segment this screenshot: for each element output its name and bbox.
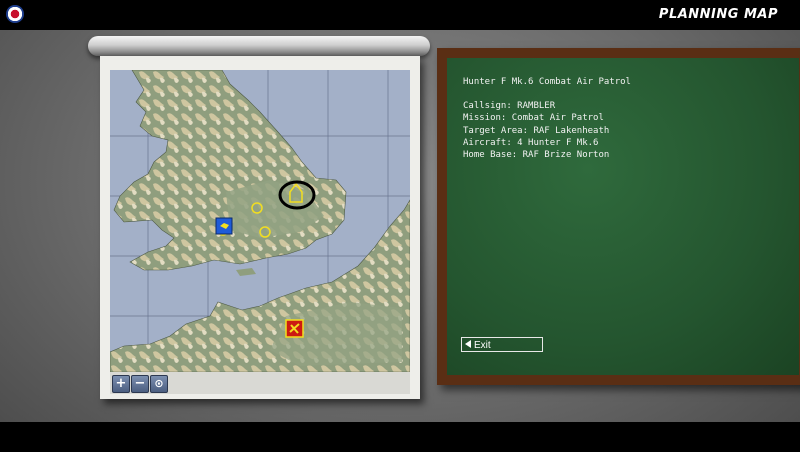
briefing-heading: Hunter F Mk.6 Combat Air Patrol — [463, 77, 631, 87]
planning-map[interactable] — [110, 70, 410, 372]
top-bar: PLANNING MAP — [0, 0, 800, 30]
center-map-button[interactable]: ⊙ — [150, 375, 168, 393]
briefing-mission: Mission: Combat Air Patrol — [463, 113, 604, 124]
screen-title: PLANNING MAP — [658, 7, 778, 22]
back-arrow-icon — [465, 340, 471, 348]
zoom-out-button[interactable]: − — [131, 375, 149, 393]
briefing-aircraft: Aircraft: 4 Hunter F Mk.6 — [463, 137, 599, 148]
exit-button[interactable]: Exit — [461, 337, 543, 352]
briefing-home-base: Home Base: RAF Brize Norton — [463, 150, 610, 161]
planning-map-board: + − ⊙ — [100, 56, 420, 399]
friendly-airbase-icon — [215, 217, 233, 235]
map-zoom-bar: + − ⊙ — [110, 372, 410, 394]
exit-label: Exit — [474, 340, 491, 351]
raf-roundel-icon — [6, 5, 24, 23]
game-screen: PLANNING MAP + − ⊙ Hunter F Mk.6 Combat … — [0, 0, 800, 452]
briefing-target: Target Area: RAF Lakenheath — [463, 125, 610, 136]
zoom-in-button[interactable]: + — [112, 375, 130, 393]
briefing-chalkboard: Hunter F Mk.6 Combat Air Patrol Callsign… — [437, 48, 800, 385]
mission-briefing: Hunter F Mk.6 Combat Air Patrol Callsign… — [463, 76, 631, 161]
enemy-base-icon — [285, 319, 304, 338]
map-roller — [88, 36, 430, 56]
chalkboard-surface: Hunter F Mk.6 Combat Air Patrol Callsign… — [447, 58, 799, 375]
briefing-callsign: Callsign: RAMBLER — [463, 101, 556, 112]
bottom-bar — [0, 422, 800, 452]
